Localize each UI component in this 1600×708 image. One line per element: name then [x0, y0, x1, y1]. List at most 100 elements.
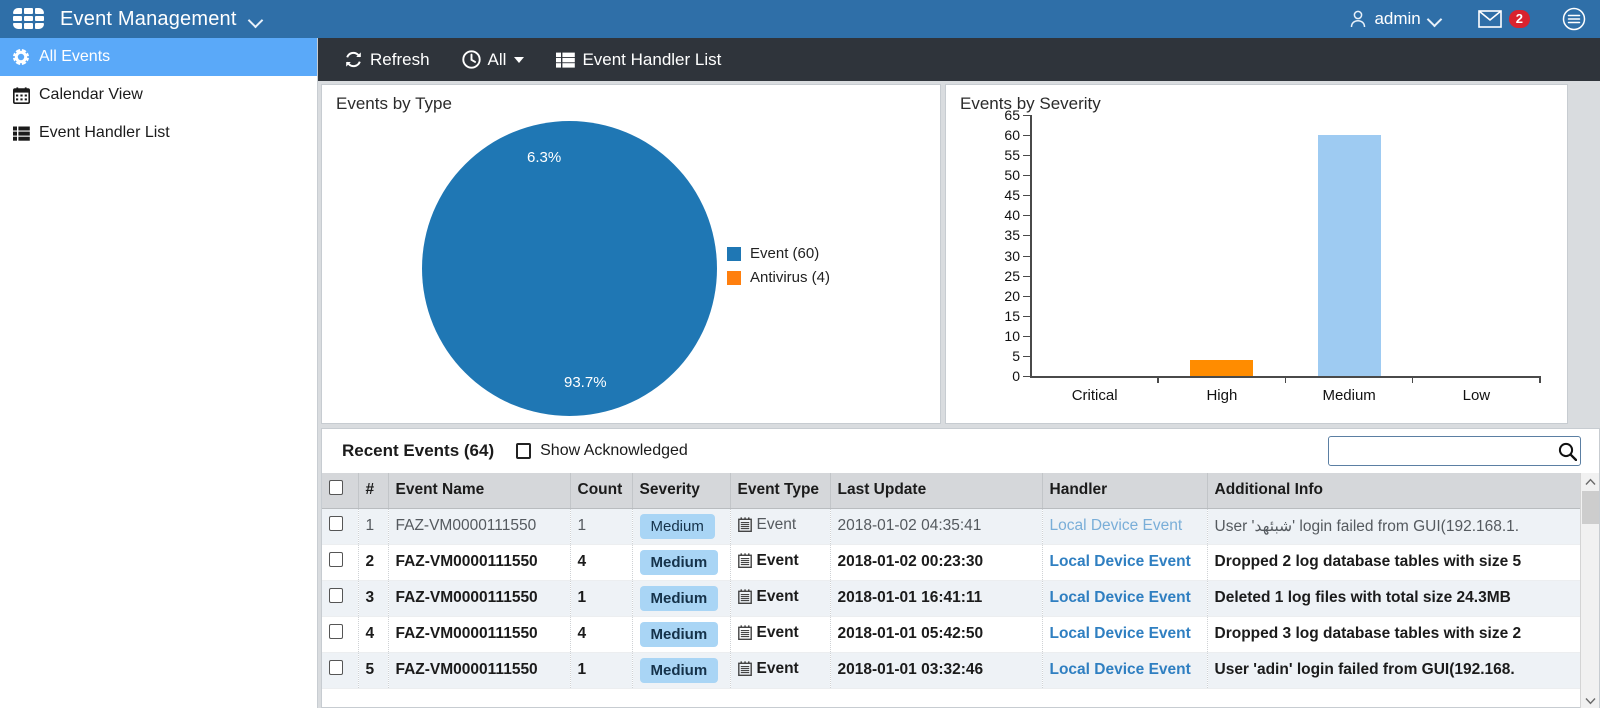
event-handler-list-label: Event Handler List — [582, 49, 722, 69]
select-all-column[interactable] — [322, 473, 359, 509]
event-type-icon — [737, 552, 752, 573]
x-axis-tick — [1539, 376, 1541, 383]
scroll-up-button[interactable] — [1581, 473, 1600, 490]
legend-swatch-event — [727, 246, 741, 261]
table-row[interactable]: 4 FAZ-VM0000111550 4 Medium Event 2018-01-01… — [322, 616, 1582, 653]
refresh-button[interactable]: Refresh — [344, 50, 430, 70]
hamburger-menu-icon[interactable] — [1562, 7, 1586, 31]
sidebar: All Events Calendar View Event Handler L… — [0, 38, 318, 708]
notification-count-badge: 2 — [1508, 10, 1530, 28]
row-select-cell[interactable] — [322, 616, 359, 653]
row-handler-link[interactable]: Local Device Event — [1042, 652, 1208, 689]
legend-label-event: Event (60) — [750, 245, 820, 262]
y-axis-tick-label: 65 — [1004, 107, 1020, 123]
row-handler-link[interactable]: Local Device Event — [1042, 616, 1208, 653]
recent-events-panel: Recent Events (64) Show Acknowledged # E… — [321, 428, 1600, 708]
header-right-cluster: admin 2 — [1348, 7, 1600, 31]
sidebar-item-event-handler-list[interactable]: Event Handler List — [0, 114, 317, 152]
sidebar-item-calendar-view[interactable]: Calendar View — [0, 76, 317, 114]
row-additional-info: User 'adin' login failed from GUI(192.16… — [1207, 652, 1582, 689]
y-axis-tick — [1023, 355, 1030, 357]
row-checkbox[interactable] — [329, 588, 343, 603]
row-select-cell[interactable] — [322, 544, 359, 581]
scrollbar-thumb[interactable] — [1582, 491, 1599, 524]
legend-item: Event (60) — [727, 245, 830, 262]
row-select-cell[interactable] — [322, 652, 359, 689]
scroll-down-button[interactable] — [1581, 692, 1600, 708]
y-axis-tick — [1023, 135, 1030, 137]
main-content: Events by Type 6.3% 93.7% Event (60) Ant… — [318, 81, 1600, 708]
user-menu[interactable]: admin — [1348, 9, 1441, 29]
x-axis-tick — [1411, 376, 1414, 383]
row-handler-link[interactable]: Local Device Event — [1042, 580, 1208, 617]
table-row[interactable]: 1 FAZ-VM0000111550 1 Medium Event 2018-01-02… — [322, 508, 1582, 545]
y-axis-tick-label: 50 — [1004, 167, 1020, 184]
y-axis-tick-label: 60 — [1004, 127, 1020, 144]
app-logo[interactable] — [0, 0, 56, 38]
y-axis-tick-label: 35 — [1004, 227, 1020, 244]
y-axis-tick — [1023, 376, 1030, 377]
table-row[interactable]: 5 FAZ-VM0000111550 1 Medium Event 2018-01-01… — [322, 652, 1582, 689]
notifications-button[interactable]: 2 — [1477, 10, 1530, 28]
content-toolbar: Refresh All Event Handler List — [318, 38, 1600, 81]
search-icon[interactable] — [1554, 442, 1580, 461]
app-header: Event Management admin 2 — [0, 0, 1600, 38]
column-header-additional-info[interactable]: Additional Info — [1207, 473, 1582, 509]
app-title-menu[interactable]: Event Management — [60, 8, 263, 31]
column-header-severity[interactable]: Severity — [632, 473, 731, 509]
row-additional-info: Dropped 3 log database tables with size … — [1207, 616, 1582, 653]
y-axis-tick-label: 25 — [1004, 267, 1020, 284]
row-last-update: 2018-01-01 03:32:46 — [830, 652, 1043, 689]
row-checkbox[interactable] — [329, 552, 343, 567]
row-count: 1 — [570, 652, 633, 689]
table-row[interactable]: 2 FAZ-VM0000111550 4 Medium Event 2018-01-02… — [322, 544, 1582, 581]
time-range-label: All — [487, 49, 507, 69]
column-header-event-name[interactable]: Event Name — [388, 473, 571, 509]
y-axis-tick — [1023, 275, 1030, 277]
show-acknowledged-toggle[interactable]: Show Acknowledged — [516, 442, 688, 460]
row-severity: Medium — [632, 580, 731, 617]
event-type-icon — [737, 624, 752, 645]
row-select-cell[interactable] — [322, 580, 359, 617]
row-checkbox[interactable] — [329, 624, 343, 639]
envelope-icon — [1477, 10, 1502, 28]
y-axis-tick — [1023, 335, 1030, 337]
select-all-checkbox[interactable] — [329, 480, 343, 496]
search-box[interactable] — [1328, 436, 1581, 466]
charts-row: Events by Type 6.3% 93.7% Event (60) Ant… — [318, 81, 1600, 424]
recent-events-title: Recent Events (64) — [342, 441, 495, 460]
row-additional-info: Deleted 1 log files with total size 24.3… — [1207, 580, 1582, 617]
column-header-event-type[interactable]: Event Type — [730, 473, 831, 509]
show-acknowledged-checkbox[interactable] — [516, 443, 532, 459]
column-header-handler[interactable]: Handler — [1042, 473, 1208, 509]
column-header-last-update[interactable]: Last Update — [830, 473, 1043, 509]
row-handler-link[interactable]: Local Device Event — [1042, 544, 1208, 581]
list-icon — [556, 52, 576, 68]
x-axis-tick — [1284, 376, 1286, 383]
row-handler-link[interactable]: Local Device Event — [1042, 508, 1208, 545]
bar-high[interactable] — [1190, 359, 1254, 376]
event-type-icon — [737, 516, 752, 537]
y-axis-tick — [1023, 155, 1030, 157]
row-checkbox[interactable] — [329, 660, 343, 675]
search-input[interactable] — [1329, 438, 1554, 464]
table-scrollbar[interactable] — [1580, 473, 1599, 708]
events-by-severity-title: Events by Severity — [960, 94, 1101, 113]
row-last-update: 2018-01-02 04:35:41 — [830, 508, 1043, 545]
event-handler-list-button[interactable]: Event Handler List — [556, 50, 721, 70]
bar-medium[interactable] — [1317, 135, 1381, 376]
y-axis-tick-label: 15 — [1004, 307, 1020, 324]
column-header-count[interactable]: Count — [570, 473, 633, 509]
column-header-num[interactable]: # — [358, 473, 389, 509]
time-range-dropdown[interactable]: All — [461, 49, 525, 70]
y-axis-tick — [1023, 235, 1030, 237]
row-checkbox[interactable] — [329, 516, 343, 531]
status-badge: Medium — [639, 621, 719, 647]
table-row[interactable]: 3 FAZ-VM0000111550 1 Medium Event 2018-01-01… — [322, 580, 1582, 617]
sidebar-item-all-events[interactable]: All Events — [0, 38, 317, 76]
row-additional-info: User 'شبئهد' login failed from GUI(192.1… — [1207, 508, 1582, 545]
row-event-name: FAZ-VM0000111550 — [388, 616, 571, 653]
table-header: # Event Name Count Severity Event Type L… — [322, 473, 1582, 509]
row-count: 4 — [570, 616, 633, 653]
row-select-cell[interactable] — [322, 508, 359, 545]
